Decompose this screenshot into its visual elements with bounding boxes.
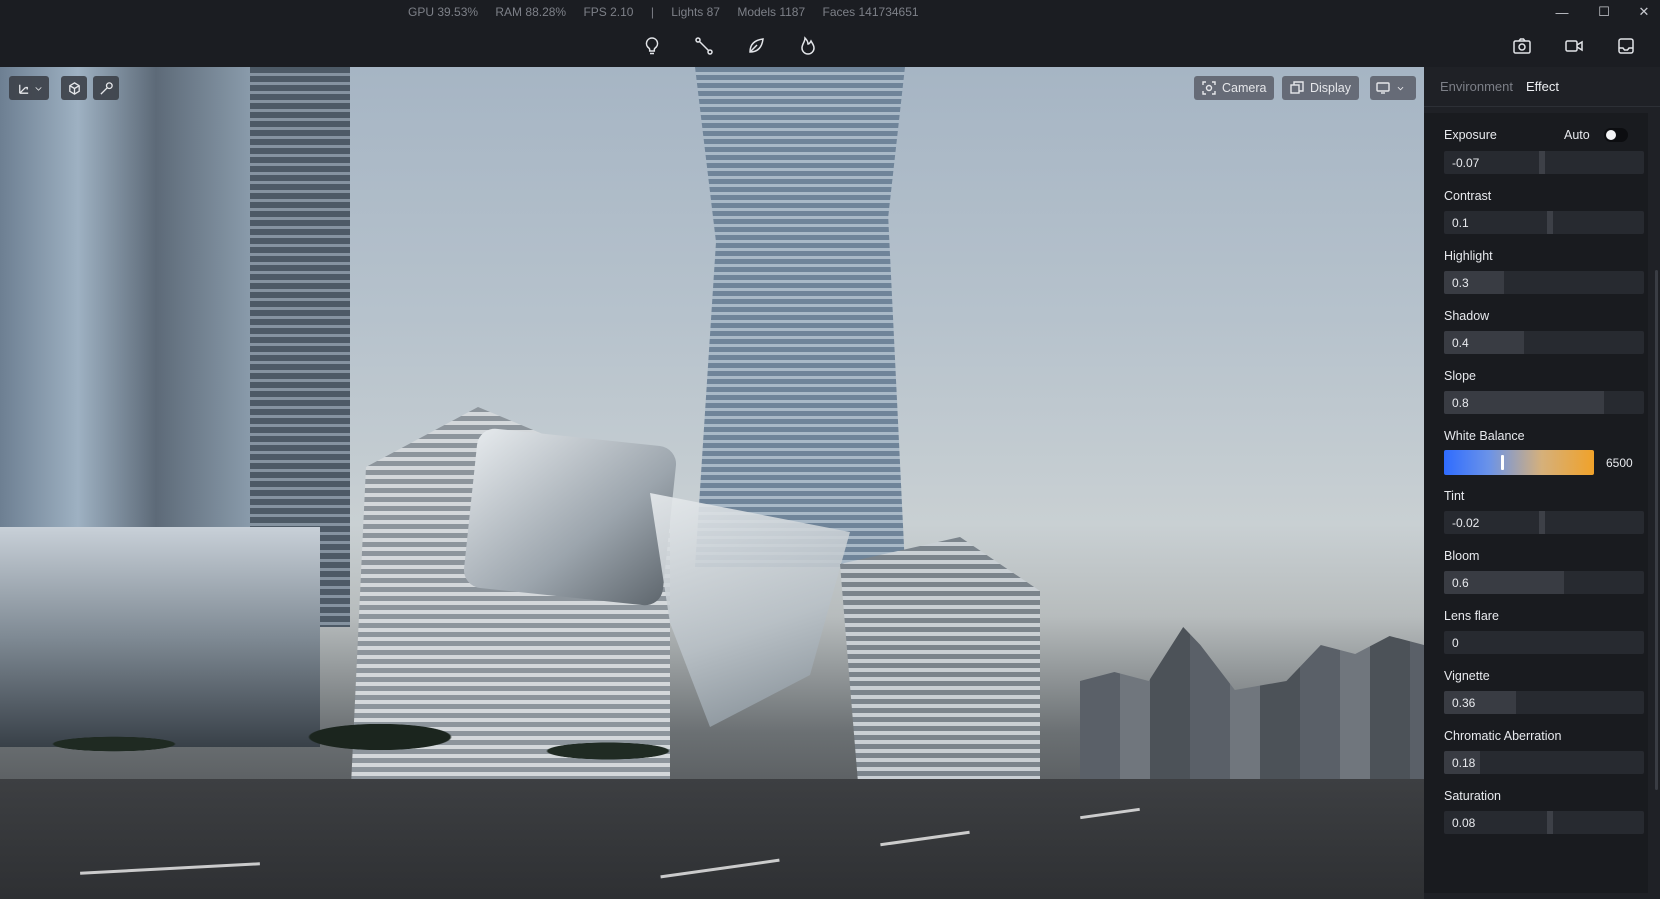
video-icon[interactable] [1562, 34, 1586, 58]
tab-effect[interactable]: Effect [1526, 79, 1559, 94]
camera-button-label: Camera [1222, 81, 1267, 95]
render-viewport[interactable]: Camera Display [0, 67, 1424, 899]
camera-button[interactable]: Camera [1194, 76, 1275, 100]
axis-icon [18, 84, 28, 94]
contrast-label: Contrast [1444, 189, 1492, 203]
road-surface [0, 779, 1424, 899]
highlight-value: 0.3 [1452, 276, 1469, 290]
saturation-slider[interactable]: 0.08 [1444, 811, 1644, 834]
layers-icon [1290, 81, 1304, 94]
camera-icon[interactable] [1510, 34, 1534, 58]
tint-slider[interactable]: -0.02 [1444, 511, 1644, 534]
orbit-tool-button[interactable] [61, 76, 87, 100]
path-icon[interactable] [692, 34, 716, 58]
display-button-label: Display [1310, 81, 1351, 95]
lightbulb-icon[interactable] [640, 34, 664, 58]
stat-separator: | [650, 5, 654, 19]
vignette-slider[interactable]: 0.36 [1444, 691, 1644, 714]
chromatic-aberration-slider[interactable]: 0.18 [1444, 751, 1644, 774]
left-glass-tower [0, 67, 260, 527]
exposure-slider[interactable]: -0.07 [1444, 151, 1644, 174]
shadow-value: 0.4 [1452, 336, 1469, 350]
vignette-value: 0.36 [1452, 696, 1476, 710]
camera-frame-icon [1202, 81, 1216, 95]
vignette-label: Vignette [1444, 669, 1490, 683]
white-balance-value: 6500 [1606, 456, 1633, 470]
central-skyscraper [695, 67, 905, 567]
lens-flare-value: 0 [1452, 636, 1459, 650]
panel-tabs: Environment Effect [1424, 67, 1660, 107]
right-podium-building [840, 537, 1040, 807]
slope-slider[interactable]: 0.8 [1444, 391, 1644, 414]
performance-stats: GPU 39.53% RAM 88.28% FPS 2.10 | Lights … [408, 5, 933, 19]
effect-parameters: Exposure Auto -0.07 Contrast 0.1 Highlig… [1424, 113, 1648, 893]
chevron-down-icon [34, 86, 42, 91]
transform-tool-dropdown[interactable] [9, 76, 49, 100]
white-balance-handle[interactable] [1501, 455, 1504, 470]
contrast-value: 0.1 [1452, 216, 1469, 230]
gizmo-icon [68, 81, 80, 95]
contrast-slider[interactable]: 0.1 [1444, 211, 1644, 234]
leaf-icon[interactable] [744, 34, 768, 58]
bloom-value: 0.6 [1452, 576, 1469, 590]
white-balance-label: White Balance [1444, 429, 1525, 443]
fps-stat: FPS 2.10 [583, 5, 634, 19]
shadow-slider[interactable]: 0.4 [1444, 331, 1644, 354]
effects-panel: Environment Effect Exposure Auto -0.07 C… [1424, 67, 1660, 899]
slope-value: 0.8 [1452, 396, 1469, 410]
monitor-icon [1376, 82, 1390, 94]
render-output-icon[interactable] [1614, 34, 1638, 58]
saturation-label: Saturation [1444, 789, 1501, 803]
exposure-value: -0.07 [1452, 156, 1480, 170]
tint-label: Tint [1444, 489, 1465, 503]
minimize-button[interactable]: — [1542, 0, 1582, 24]
lens-flare-slider[interactable]: 0 [1444, 631, 1644, 654]
tab-environment[interactable]: Environment [1440, 79, 1513, 94]
panel-scrollbar[interactable] [1655, 270, 1658, 790]
bloom-label: Bloom [1444, 549, 1480, 563]
white-balance-slider[interactable] [1444, 450, 1594, 475]
flame-icon[interactable] [796, 34, 820, 58]
bloom-slider[interactable]: 0.6 [1444, 571, 1644, 594]
main-toolbar [0, 24, 1660, 67]
status-bar: GPU 39.53% RAM 88.28% FPS 2.10 | Lights … [0, 0, 1660, 24]
close-button[interactable]: ✕ [1624, 0, 1660, 24]
chromatic-aberration-label: Chromatic Aberration [1444, 729, 1562, 743]
slope-label: Slope [1444, 369, 1476, 383]
highlight-label: Highlight [1444, 249, 1493, 263]
pick-tool-button[interactable] [93, 76, 119, 100]
maximize-button[interactable]: ☐ [1584, 0, 1624, 24]
saturation-value: 0.08 [1452, 816, 1476, 830]
cantilever-volume [462, 426, 678, 608]
view-mode-dropdown[interactable] [1370, 76, 1416, 100]
auto-exposure-toggle[interactable] [1604, 128, 1628, 142]
tint-value: -0.02 [1452, 516, 1480, 530]
ram-stat: RAM 88.28% [495, 5, 567, 19]
gpu-stat: GPU 39.53% [408, 5, 479, 19]
faces-stat: Faces 141734651 [822, 5, 919, 19]
chromatic-aberration-value: 0.18 [1452, 756, 1476, 770]
lens-flare-label: Lens flare [1444, 609, 1499, 623]
lights-stat: Lights 87 [671, 5, 720, 19]
shadow-label: Shadow [1444, 309, 1490, 323]
chevron-down-icon [1397, 86, 1404, 90]
pin-route-icon [99, 81, 113, 95]
display-button[interactable]: Display [1282, 76, 1359, 100]
models-stat: Models 1187 [737, 5, 806, 19]
auto-label: Auto [1564, 128, 1590, 142]
highlight-slider[interactable]: 0.3 [1444, 271, 1644, 294]
exposure-label: Exposure [1444, 128, 1497, 142]
